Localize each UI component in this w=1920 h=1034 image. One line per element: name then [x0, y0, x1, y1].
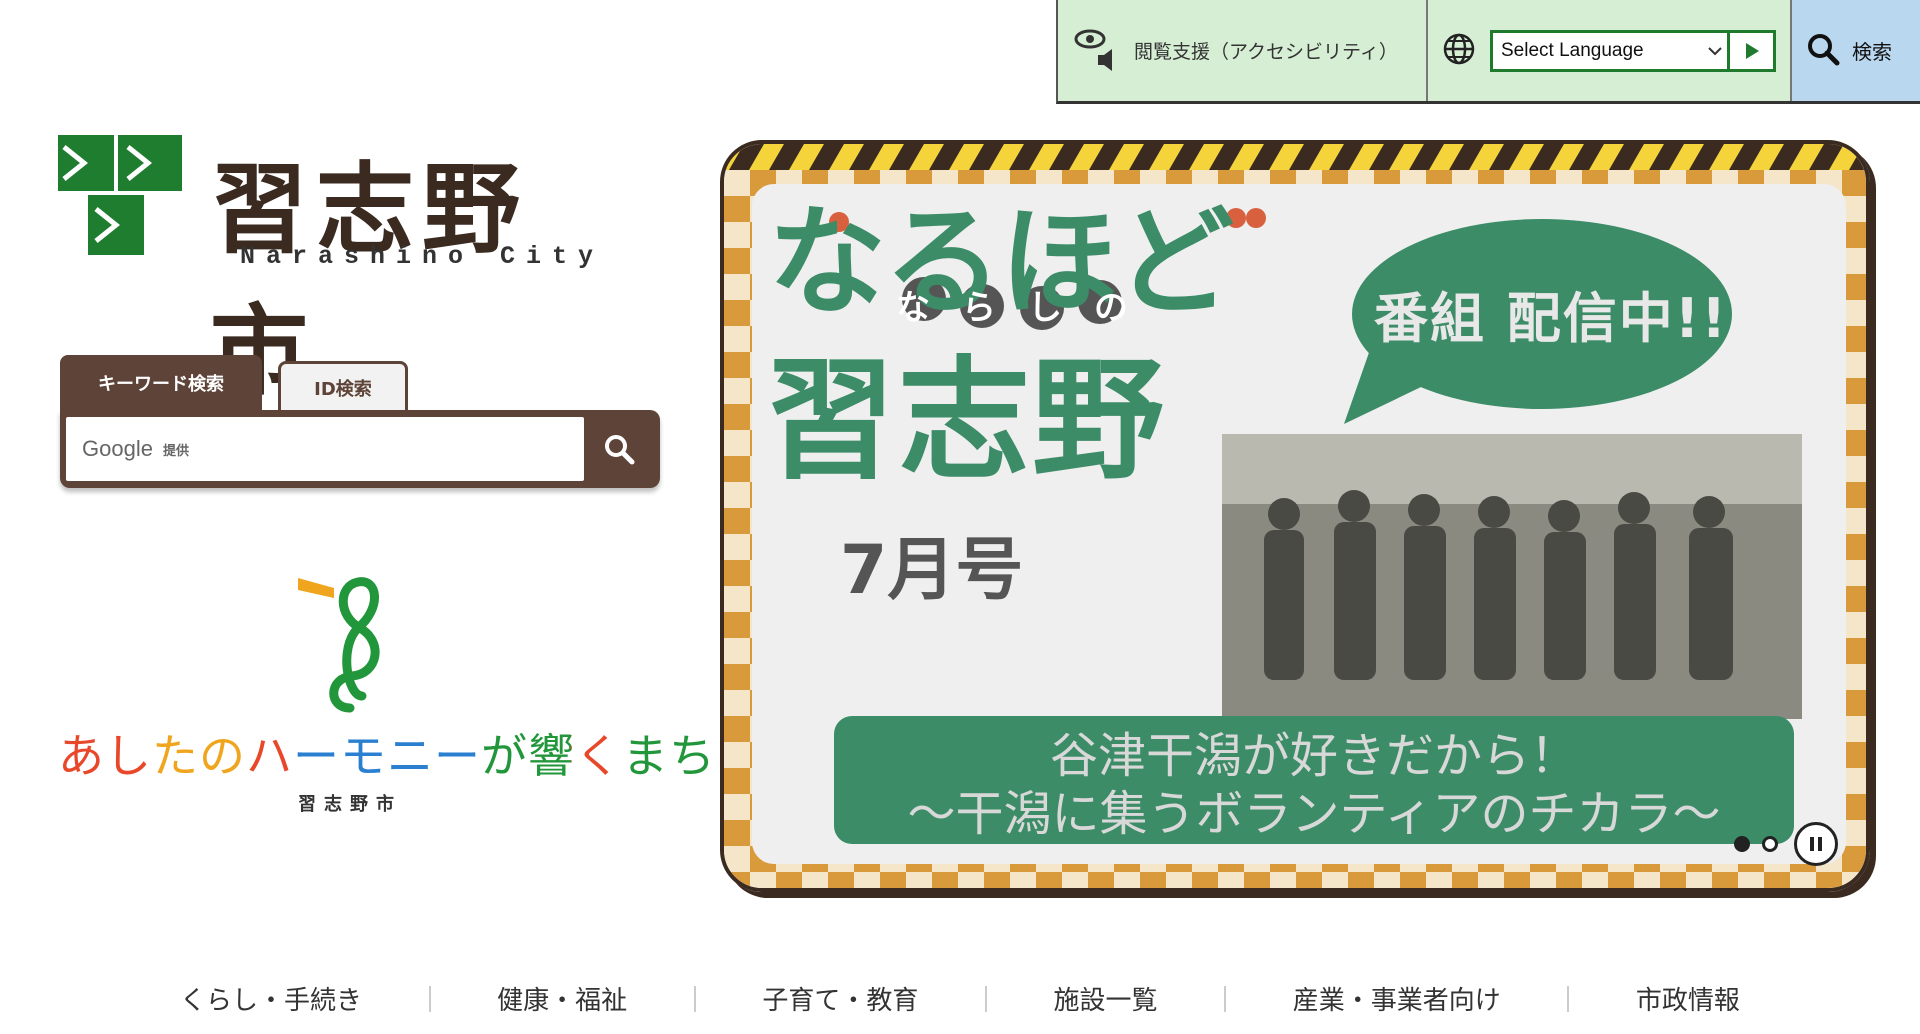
global-nav: くらし・手続き 健康・福祉 子育て・教育 施設一覧 産業・事業者向け 市政情報	[180, 980, 1740, 1017]
search-box: Google 提供	[60, 410, 660, 488]
language-select-value: Select Language	[1501, 39, 1644, 61]
nav-separator	[984, 985, 987, 1012]
language-area: Select Language	[1428, 0, 1792, 101]
hero-carousel[interactable]: なるほど ならしの 習志野 7月号 番組 配信中!! 谷津干潟が好きだから！ 〜…	[720, 140, 1870, 892]
nav-item-business[interactable]: 産業・事業者向け	[1293, 980, 1501, 1017]
chevron-down-icon	[1703, 46, 1727, 56]
pause-icon	[1810, 837, 1822, 851]
nav-item-city-administration[interactable]: 市政情報	[1636, 980, 1740, 1017]
google-provider-label: Google	[82, 436, 153, 461]
search-input[interactable]: Google 提供	[66, 417, 584, 481]
carousel-pager	[1734, 822, 1838, 866]
city-emblem-icon	[58, 135, 182, 255]
site-search-button[interactable]: 検索	[1792, 0, 1920, 101]
nav-separator	[1224, 985, 1227, 1012]
accessibility-button[interactable]: 閲覧支援（アクセシビリティ）	[1058, 0, 1428, 101]
utility-bar: 閲覧支援（アクセシビリティ） Select Language 検索	[1056, 0, 1920, 104]
slogan-phrase: あしたのハーモニーが響くまち	[58, 729, 716, 783]
tab-keyword-search[interactable]: キーワード検索	[60, 355, 262, 411]
carousel-pause-button[interactable]	[1794, 822, 1838, 866]
nav-separator	[693, 985, 696, 1012]
treble-clef-bird-icon	[298, 577, 380, 713]
nav-item-living[interactable]: くらし・手続き	[180, 980, 362, 1017]
language-select[interactable]: Select Language	[1490, 29, 1776, 72]
nav-separator	[1567, 985, 1570, 1012]
carousel-dot-1[interactable]	[1734, 836, 1750, 852]
nav-item-health-welfare[interactable]: 健康・福祉	[497, 980, 627, 1017]
language-go-button[interactable]	[1727, 32, 1773, 69]
accessibility-label: 閲覧支援（アクセシビリティ）	[1134, 41, 1398, 63]
site-search-label: 検索	[1852, 40, 1892, 64]
search-submit-button[interactable]	[584, 417, 654, 481]
provider-suffix: 提供	[162, 443, 189, 459]
banner-title-kanji: 習志野	[764, 344, 1166, 498]
search-icon	[605, 435, 635, 465]
page-root: 閲覧支援（アクセシビリティ） Select Language 検索 習志野市 N…	[0, 0, 1920, 1034]
slogan-city: 習志野市	[298, 794, 402, 815]
tab-id-search[interactable]: ID検索	[278, 361, 408, 411]
magnifier-icon	[1806, 32, 1840, 70]
city-logo-link[interactable]: 習志野市 Narashino City	[58, 130, 628, 409]
search-tabs: キーワード検索 ID検索	[60, 355, 408, 411]
city-slogan: あしたのハーモニーが響くまち 習志野市	[58, 568, 715, 818]
nav-item-facilities[interactable]: 施設一覧	[1054, 980, 1158, 1017]
eye-speaker-icon	[1072, 25, 1120, 77]
nav-separator	[428, 985, 431, 1012]
banner-bubble-text: 番組 配信中!!	[1374, 287, 1729, 350]
globe-icon	[1442, 32, 1476, 70]
nav-item-childcare-education[interactable]: 子育て・教育	[762, 980, 918, 1017]
banner-caption-line2: 〜干潟に集うボランティアのチカラ〜	[907, 786, 1721, 842]
play-icon	[1745, 42, 1759, 59]
banner-issue: 7月号	[840, 531, 1024, 610]
carousel-dot-2[interactable]	[1762, 836, 1778, 852]
city-name-en: Narashino City	[240, 242, 605, 271]
